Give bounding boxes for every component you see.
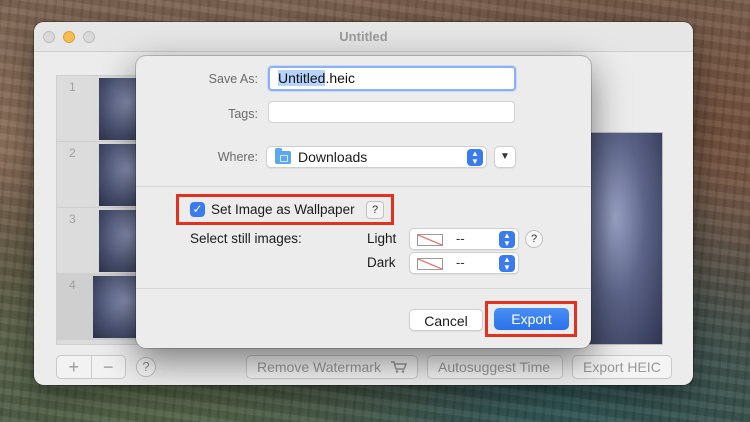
chevron-down-icon: ▼	[500, 151, 510, 162]
frame-list: 1 2 3 4	[56, 75, 148, 345]
tags-field[interactable]	[268, 101, 515, 123]
where-value: Downloads	[298, 149, 368, 165]
frame-row[interactable]: 3	[57, 208, 147, 274]
remove-watermark-button[interactable]: Remove Watermark	[246, 355, 418, 379]
empty-swatch-icon	[417, 234, 443, 246]
add-frame-button[interactable]: +	[57, 356, 92, 378]
chevron-updown-icon: ▲ ▼	[499, 231, 515, 248]
light-help-button[interactable]: ?	[525, 230, 543, 248]
chevron-updown-icon: ▲ ▼	[499, 255, 515, 272]
dark-value: --	[456, 255, 465, 270]
filename-selected-text: Untitled	[278, 70, 326, 86]
remove-watermark-label: Remove Watermark	[257, 359, 381, 375]
image-preview	[583, 132, 663, 345]
cancel-button[interactable]: Cancel	[409, 309, 483, 331]
export-sheet: Save As: Untitled.heic Tags: Where: Down…	[136, 56, 591, 348]
title-bar: Untitled	[34, 22, 693, 52]
add-remove-control: + −	[56, 355, 126, 379]
window-title: Untitled	[339, 29, 388, 44]
autosuggest-time-button[interactable]: Autosuggest Time	[427, 355, 563, 379]
light-value: --	[456, 231, 465, 246]
wallpaper-checkbox[interactable]: ✓	[190, 202, 205, 217]
filename-field[interactable]: Untitled.heic	[268, 66, 516, 91]
help-button[interactable]: ?	[136, 357, 156, 377]
empty-swatch-icon	[417, 258, 443, 270]
frame-number: 1	[69, 80, 76, 94]
frame-row[interactable]: 4	[57, 274, 147, 340]
light-image-popup[interactable]: -- ▲ ▼	[409, 228, 519, 250]
save-as-label: Save As:	[208, 72, 258, 86]
bottom-toolbar: + − ? Remove Watermark Autosuggest Time …	[34, 349, 693, 385]
export-heic-button[interactable]: Export HEIC	[572, 355, 672, 379]
expand-dialog-button[interactable]: ▼	[494, 146, 516, 168]
chevron-updown-icon: ▲ ▼	[467, 149, 483, 166]
frame-row[interactable]: 1	[57, 76, 147, 142]
export-button[interactable]: Export	[494, 308, 569, 330]
frame-row[interactable]: 2	[57, 142, 147, 208]
tags-label: Tags:	[228, 107, 258, 121]
cart-icon	[390, 361, 407, 373]
frame-number: 3	[69, 212, 76, 226]
frame-number: 4	[69, 278, 76, 292]
wallpaper-checkbox-label: Set Image as Wallpaper	[211, 202, 355, 217]
light-label: Light	[367, 231, 397, 246]
checkmark-icon: ✓	[192, 202, 203, 216]
section-divider	[136, 288, 591, 289]
frame-number: 2	[69, 146, 76, 160]
filename-extension: .heic	[325, 70, 356, 86]
where-popup[interactable]: Downloads ▲ ▼	[266, 146, 487, 168]
section-divider	[136, 186, 591, 187]
remove-frame-button[interactable]: −	[92, 356, 126, 378]
still-images-label: Select still images:	[190, 231, 302, 246]
where-label: Where:	[217, 150, 258, 164]
folder-icon	[275, 148, 291, 164]
dark-image-popup[interactable]: -- ▲ ▼	[409, 252, 519, 274]
wallpaper-help-button[interactable]: ?	[366, 201, 384, 219]
dark-label: Dark	[367, 255, 396, 270]
